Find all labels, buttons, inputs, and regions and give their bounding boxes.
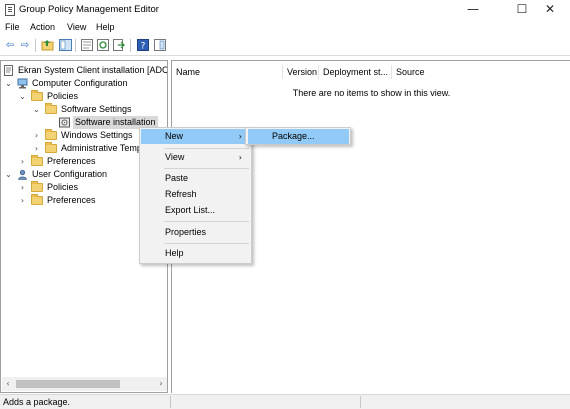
chevron-down-icon[interactable]: ⌄ — [4, 168, 13, 181]
chevron-down-icon[interactable]: ⌄ — [32, 103, 41, 116]
menu-help[interactable]: Help — [96, 22, 115, 32]
show-hide-tree-icon[interactable] — [58, 39, 72, 52]
help-icon[interactable]: ? — [136, 39, 150, 52]
scroll-right-icon[interactable]: › — [155, 377, 167, 391]
tree-item-root[interactable]: Ekran System Client installation [ADC... — [4, 64, 168, 77]
menu-file[interactable]: File — [5, 22, 20, 32]
folder-icon — [31, 155, 43, 166]
title-bar: Group Policy Management Editor — ☐ ✕ — [0, 0, 570, 20]
tree-item-label: Ekran System Client installation [ADC... — [18, 65, 168, 75]
toolbar-separator — [35, 39, 36, 52]
submenu-arrow-icon: › — [238, 132, 242, 141]
computer-icon — [17, 78, 28, 89]
export-list-icon[interactable] — [112, 39, 126, 52]
show-hide-action-pane-icon[interactable] — [153, 39, 167, 52]
svg-text:?: ? — [141, 42, 146, 52]
tree-item-label: Administrative Temp — [61, 143, 142, 153]
context-menu: New › View › Paste Refresh Export List..… — [139, 127, 252, 264]
column-header-name[interactable]: Name — [172, 65, 283, 79]
tree-item-label: Software Settings — [61, 104, 132, 114]
folder-icon — [45, 129, 57, 140]
folder-icon — [45, 103, 57, 114]
window-title: Group Policy Management Editor — [19, 4, 159, 15]
menu-item-help[interactable]: Help — [141, 246, 250, 261]
toolbar-separator — [130, 39, 131, 52]
menu-separator — [164, 168, 249, 169]
menu-separator — [164, 221, 249, 222]
status-text: Adds a package. — [3, 397, 71, 407]
gpo-icon — [4, 65, 15, 76]
chevron-right-icon[interactable]: › — [18, 181, 27, 194]
chevron-right-icon[interactable]: › — [32, 129, 41, 142]
tree-item-label: Computer Configuration — [32, 78, 128, 88]
scrollbar-thumb[interactable] — [16, 380, 120, 388]
tree-item-label: User Configuration — [32, 169, 108, 179]
minimize-button[interactable]: — — [453, 0, 493, 20]
status-bar: Adds a package. — [0, 394, 570, 409]
column-header-deployment-state[interactable]: Deployment st... — [319, 65, 392, 79]
software-installation-icon — [59, 117, 70, 128]
status-divider — [170, 396, 171, 408]
menu-item-paste[interactable]: Paste — [141, 171, 250, 186]
menu-view[interactable]: View — [67, 22, 86, 32]
app-icon — [5, 4, 15, 16]
folder-icon — [31, 194, 43, 205]
tree-item-label: Preferences — [47, 195, 96, 205]
tree-item-computer-configuration[interactable]: ⌄ Computer Configuration — [4, 77, 167, 90]
chevron-right-icon[interactable]: › — [18, 155, 27, 168]
tree-item-label: Policies — [47, 182, 79, 192]
menu-item-refresh[interactable]: Refresh — [141, 187, 250, 202]
chevron-right-icon[interactable]: › — [32, 142, 41, 155]
properties-icon[interactable] — [80, 39, 94, 52]
column-header-version[interactable]: Version — [283, 65, 319, 79]
toolbar-separator — [75, 39, 76, 52]
menu-item-view[interactable]: View › — [141, 150, 250, 165]
tree-item-label: Policies — [47, 91, 79, 101]
menu-item-label: View — [165, 152, 185, 162]
tree-item-policies[interactable]: ⌄ Policies — [18, 90, 167, 103]
toolbar: ⇦ ⇨ ? — [0, 36, 570, 56]
menu-separator — [164, 148, 249, 149]
folder-icon — [45, 142, 57, 153]
new-submenu: Package... — [245, 127, 351, 145]
folder-icon — [31, 90, 43, 101]
menu-item-package[interactable]: Package... — [248, 129, 349, 144]
tree-item-label: Windows Settings — [61, 130, 133, 140]
back-icon[interactable]: ⇦ — [3, 39, 17, 52]
forward-icon[interactable]: ⇨ — [18, 39, 32, 52]
chevron-down-icon[interactable]: ⌄ — [4, 77, 13, 90]
menu-item-label: New — [165, 131, 184, 141]
menu-item-properties[interactable]: Properties — [141, 225, 250, 240]
menu-item-new[interactable]: New › — [141, 129, 250, 144]
up-folder-icon[interactable] — [40, 39, 54, 52]
chevron-right-icon[interactable]: › — [18, 194, 27, 207]
chevron-down-icon[interactable]: ⌄ — [18, 90, 27, 103]
menu-action[interactable]: Action — [30, 22, 55, 32]
tree-item-label: Preferences — [47, 156, 96, 166]
user-icon — [17, 169, 28, 180]
scroll-left-icon[interactable]: ‹ — [2, 377, 14, 391]
close-button[interactable]: ✕ — [530, 0, 570, 20]
status-divider — [360, 396, 361, 408]
menu-separator — [164, 243, 249, 244]
folder-icon — [31, 181, 43, 192]
refresh-icon[interactable] — [96, 39, 110, 52]
horizontal-scrollbar[interactable]: ‹ › — [2, 377, 167, 391]
column-header-source[interactable]: Source — [392, 65, 452, 79]
menu-bar: File Action View Help — [0, 20, 570, 36]
submenu-arrow-icon: › — [238, 153, 242, 162]
menu-item-export-list[interactable]: Export List... — [141, 203, 250, 218]
tree-item-software-settings[interactable]: ⌄ Software Settings — [32, 103, 167, 116]
empty-list-message: There are no items to show in this view. — [292, 88, 451, 98]
